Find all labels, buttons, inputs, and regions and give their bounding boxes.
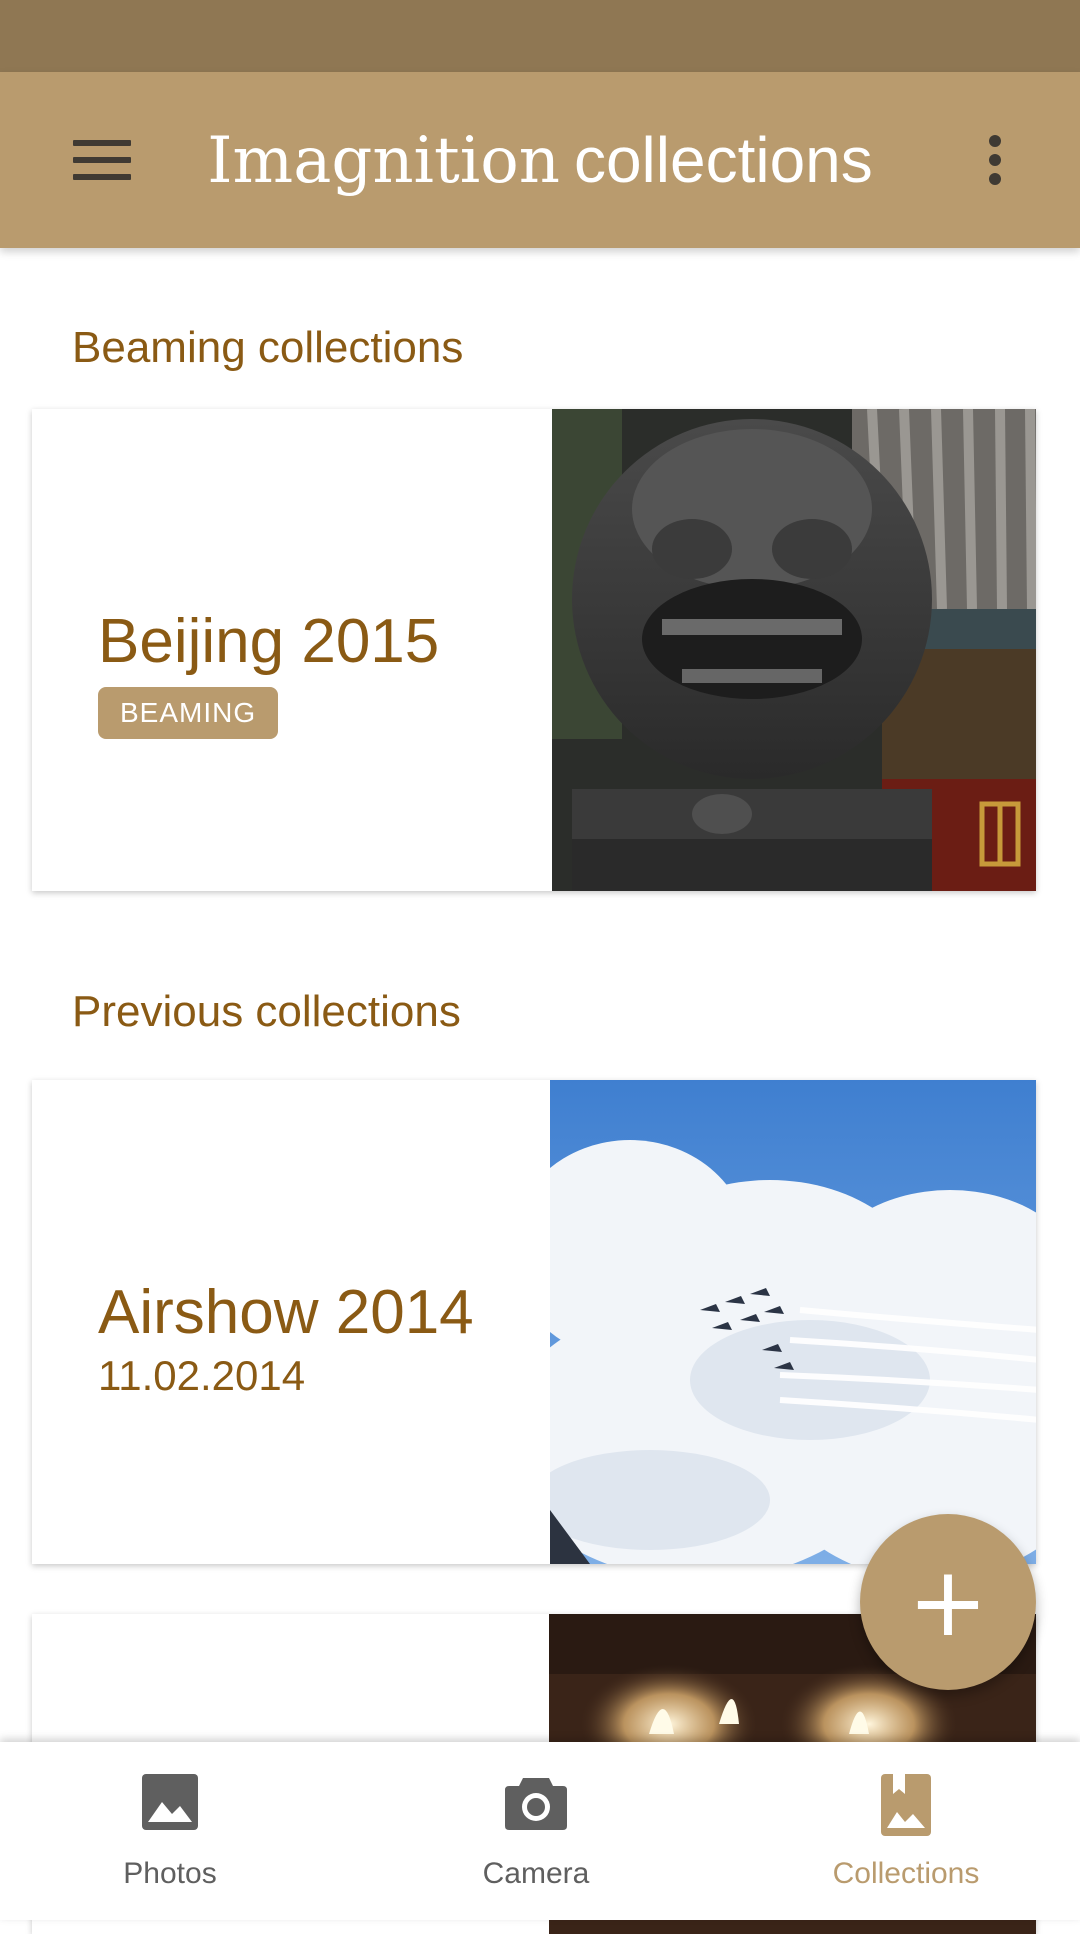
app-title-brand: Imagnition	[207, 124, 560, 198]
nav-item-photos[interactable]: Photos	[40, 1742, 300, 1920]
collection-card-airshow[interactable]: Airshow 2014 11.02.2014	[32, 1080, 1036, 1564]
add-collection-button[interactable]: +	[860, 1514, 1036, 1690]
app-title: Imagnition collections	[0, 112, 1080, 209]
add-icon: +	[907, 1546, 989, 1658]
collection-title: Airshow 2014	[98, 1278, 474, 1347]
beaming-badge: BEAMING	[98, 687, 279, 739]
app-title-suffix: collections	[573, 124, 873, 196]
guardian-lion-statue-photo	[552, 409, 1036, 891]
section-title-previous: Previous collections	[72, 987, 461, 1036]
photo-icon	[142, 1774, 198, 1830]
collections-bookmark-icon	[881, 1774, 931, 1836]
bottom-navigation: Photos Camera Collections	[0, 1742, 1080, 1920]
more-options-button[interactable]	[960, 112, 1030, 208]
camera-icon	[505, 1778, 567, 1830]
airshow-jets-clouds-photo	[550, 1080, 1036, 1564]
nav-item-camera[interactable]: Camera	[406, 1742, 666, 1920]
collection-date: 11.02.2014	[98, 1352, 306, 1399]
collection-card-beijing[interactable]: Beijing 2015 BEAMING	[32, 409, 1036, 891]
collection-title: Beijing 2015	[98, 607, 440, 676]
nav-label: Photos	[123, 1857, 217, 1890]
nav-label: Collections	[832, 1857, 980, 1890]
status-bar	[0, 0, 1080, 72]
nav-item-collections[interactable]: Collections	[776, 1742, 1036, 1920]
more-vert-icon	[989, 135, 1001, 147]
nav-label: Camera	[482, 1857, 590, 1890]
app-bar: Imagnition collections	[0, 72, 1080, 248]
section-title-beaming: Beaming collections	[72, 323, 464, 372]
